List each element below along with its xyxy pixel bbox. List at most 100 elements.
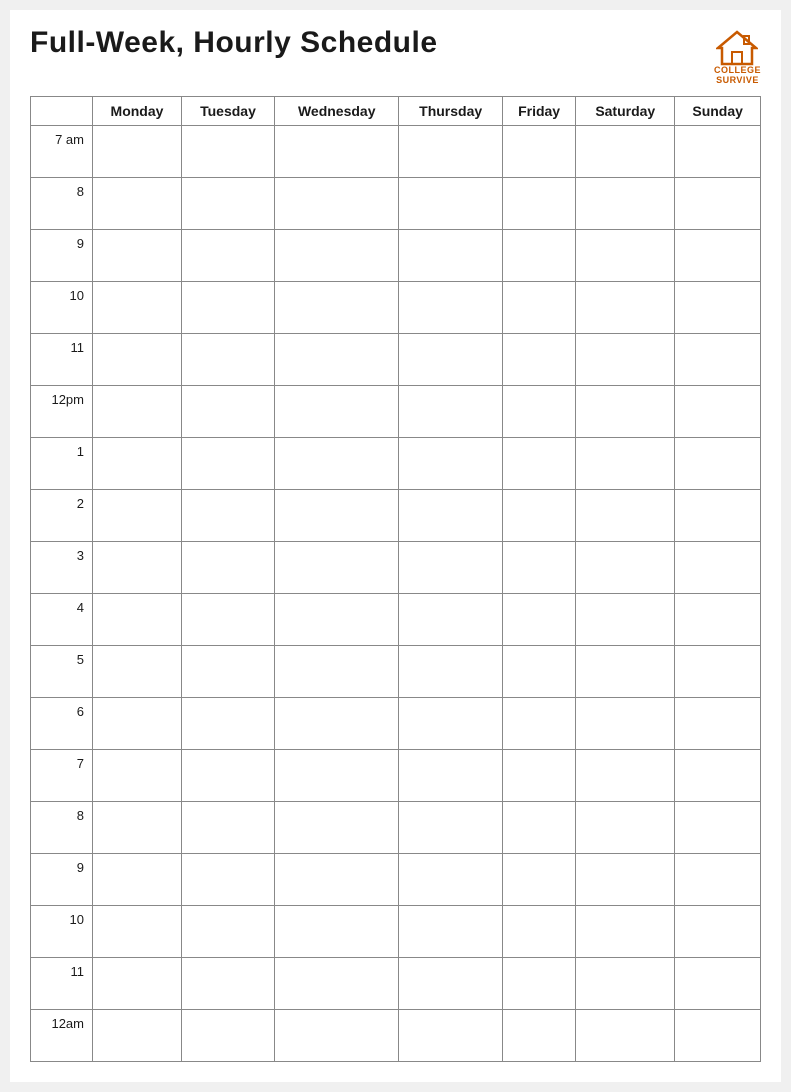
schedule-cell[interactable] bbox=[502, 489, 575, 541]
schedule-cell[interactable] bbox=[181, 697, 274, 749]
schedule-cell[interactable] bbox=[275, 177, 399, 229]
schedule-cell[interactable] bbox=[399, 853, 503, 905]
schedule-cell[interactable] bbox=[181, 853, 274, 905]
schedule-cell[interactable] bbox=[275, 593, 399, 645]
schedule-cell[interactable] bbox=[399, 1009, 503, 1061]
schedule-cell[interactable] bbox=[502, 905, 575, 957]
schedule-cell[interactable] bbox=[675, 541, 761, 593]
schedule-cell[interactable] bbox=[93, 697, 182, 749]
schedule-cell[interactable] bbox=[576, 385, 675, 437]
schedule-cell[interactable] bbox=[93, 333, 182, 385]
schedule-cell[interactable] bbox=[93, 229, 182, 281]
schedule-cell[interactable] bbox=[275, 1009, 399, 1061]
schedule-cell[interactable] bbox=[181, 489, 274, 541]
schedule-cell[interactable] bbox=[502, 593, 575, 645]
schedule-cell[interactable] bbox=[181, 281, 274, 333]
schedule-cell[interactable] bbox=[275, 125, 399, 177]
schedule-cell[interactable] bbox=[181, 905, 274, 957]
schedule-cell[interactable] bbox=[181, 437, 274, 489]
schedule-cell[interactable] bbox=[502, 437, 575, 489]
schedule-cell[interactable] bbox=[93, 593, 182, 645]
schedule-cell[interactable] bbox=[502, 853, 575, 905]
schedule-cell[interactable] bbox=[675, 333, 761, 385]
schedule-cell[interactable] bbox=[576, 489, 675, 541]
schedule-cell[interactable] bbox=[675, 957, 761, 1009]
schedule-cell[interactable] bbox=[576, 801, 675, 853]
schedule-cell[interactable] bbox=[93, 749, 182, 801]
schedule-cell[interactable] bbox=[502, 281, 575, 333]
schedule-cell[interactable] bbox=[502, 385, 575, 437]
schedule-cell[interactable] bbox=[502, 957, 575, 1009]
schedule-cell[interactable] bbox=[93, 645, 182, 697]
schedule-cell[interactable] bbox=[275, 697, 399, 749]
schedule-cell[interactable] bbox=[576, 281, 675, 333]
schedule-cell[interactable] bbox=[275, 489, 399, 541]
schedule-cell[interactable] bbox=[181, 333, 274, 385]
schedule-cell[interactable] bbox=[93, 957, 182, 1009]
schedule-cell[interactable] bbox=[275, 437, 399, 489]
schedule-cell[interactable] bbox=[181, 125, 274, 177]
schedule-cell[interactable] bbox=[93, 489, 182, 541]
schedule-cell[interactable] bbox=[275, 385, 399, 437]
schedule-cell[interactable] bbox=[675, 229, 761, 281]
schedule-cell[interactable] bbox=[502, 1009, 575, 1061]
schedule-cell[interactable] bbox=[675, 125, 761, 177]
schedule-cell[interactable] bbox=[93, 1009, 182, 1061]
schedule-cell[interactable] bbox=[502, 177, 575, 229]
schedule-cell[interactable] bbox=[675, 437, 761, 489]
schedule-cell[interactable] bbox=[399, 385, 503, 437]
schedule-cell[interactable] bbox=[502, 801, 575, 853]
schedule-cell[interactable] bbox=[399, 177, 503, 229]
schedule-cell[interactable] bbox=[675, 801, 761, 853]
schedule-cell[interactable] bbox=[181, 645, 274, 697]
schedule-cell[interactable] bbox=[675, 385, 761, 437]
schedule-cell[interactable] bbox=[93, 905, 182, 957]
schedule-cell[interactable] bbox=[399, 125, 503, 177]
schedule-cell[interactable] bbox=[275, 333, 399, 385]
schedule-cell[interactable] bbox=[502, 749, 575, 801]
schedule-cell[interactable] bbox=[275, 645, 399, 697]
schedule-cell[interactable] bbox=[275, 957, 399, 1009]
schedule-cell[interactable] bbox=[399, 333, 503, 385]
schedule-cell[interactable] bbox=[181, 1009, 274, 1061]
schedule-cell[interactable] bbox=[399, 957, 503, 1009]
schedule-cell[interactable] bbox=[399, 489, 503, 541]
schedule-cell[interactable] bbox=[399, 541, 503, 593]
schedule-cell[interactable] bbox=[93, 541, 182, 593]
schedule-cell[interactable] bbox=[399, 697, 503, 749]
schedule-cell[interactable] bbox=[275, 229, 399, 281]
schedule-cell[interactable] bbox=[181, 541, 274, 593]
schedule-cell[interactable] bbox=[675, 489, 761, 541]
schedule-cell[interactable] bbox=[576, 957, 675, 1009]
schedule-cell[interactable] bbox=[576, 1009, 675, 1061]
schedule-cell[interactable] bbox=[275, 853, 399, 905]
schedule-cell[interactable] bbox=[576, 333, 675, 385]
schedule-cell[interactable] bbox=[576, 125, 675, 177]
schedule-cell[interactable] bbox=[576, 541, 675, 593]
schedule-cell[interactable] bbox=[502, 125, 575, 177]
schedule-cell[interactable] bbox=[675, 645, 761, 697]
schedule-cell[interactable] bbox=[181, 957, 274, 1009]
schedule-cell[interactable] bbox=[576, 853, 675, 905]
schedule-cell[interactable] bbox=[675, 281, 761, 333]
schedule-cell[interactable] bbox=[93, 281, 182, 333]
schedule-cell[interactable] bbox=[675, 593, 761, 645]
schedule-cell[interactable] bbox=[576, 593, 675, 645]
schedule-cell[interactable] bbox=[93, 125, 182, 177]
schedule-cell[interactable] bbox=[576, 697, 675, 749]
schedule-cell[interactable] bbox=[181, 801, 274, 853]
schedule-cell[interactable] bbox=[181, 177, 274, 229]
schedule-cell[interactable] bbox=[181, 385, 274, 437]
schedule-cell[interactable] bbox=[675, 697, 761, 749]
schedule-cell[interactable] bbox=[502, 229, 575, 281]
schedule-cell[interactable] bbox=[399, 645, 503, 697]
schedule-cell[interactable] bbox=[675, 177, 761, 229]
schedule-cell[interactable] bbox=[502, 541, 575, 593]
schedule-cell[interactable] bbox=[93, 385, 182, 437]
schedule-cell[interactable] bbox=[275, 905, 399, 957]
schedule-cell[interactable] bbox=[502, 333, 575, 385]
schedule-cell[interactable] bbox=[675, 1009, 761, 1061]
schedule-cell[interactable] bbox=[576, 749, 675, 801]
schedule-cell[interactable] bbox=[93, 437, 182, 489]
schedule-cell[interactable] bbox=[576, 437, 675, 489]
